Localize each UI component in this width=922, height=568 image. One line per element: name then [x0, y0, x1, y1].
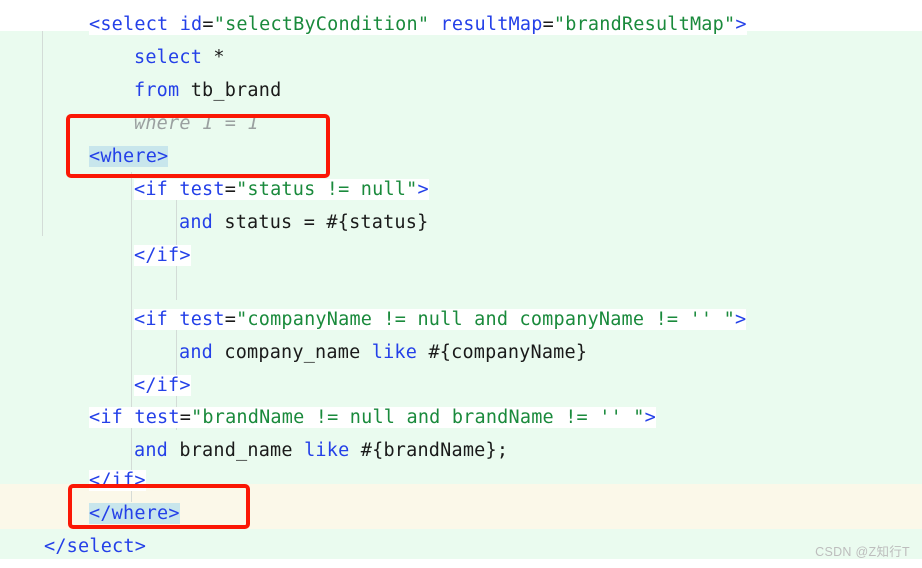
code-token-14-0: and	[134, 440, 169, 461]
code-token-11-3: #{companyName}	[417, 342, 588, 363]
code-line-13[interactable]: <if test="brandName != null and brandNam…	[89, 401, 656, 434]
code-token-1-2: =	[202, 14, 214, 35]
code-token-10-1: test	[179, 309, 225, 330]
code-token-11-1: company_name	[213, 342, 372, 363]
code-token-6-4: >	[417, 179, 429, 200]
code-token-6-1: test	[179, 179, 225, 200]
code-token-14-3: #{brandName};	[349, 440, 509, 461]
code-token-1-8: >	[735, 14, 747, 35]
code-token-16-0: </where>	[89, 503, 180, 524]
code-line-12[interactable]: </if>	[134, 369, 191, 402]
code-token-13-3: "brandName != null and brandName != '' "	[191, 407, 645, 428]
code-token-14-1: brand_name	[168, 440, 305, 461]
code-token-5-0: <where>	[89, 146, 169, 167]
code-line-3[interactable]: from tb_brand	[134, 74, 281, 107]
code-line-17[interactable]: </select>	[44, 530, 146, 563]
code-line-8[interactable]: </if>	[134, 239, 191, 272]
code-token-2-1: *	[202, 47, 225, 68]
code-token-2-0: select	[134, 47, 203, 68]
code-token-1-6: =	[542, 14, 554, 35]
code-line-16[interactable]: </where>	[89, 497, 180, 530]
code-line-14[interactable]: and brand_name like #{brandName};	[134, 434, 508, 467]
code-token-14-2: like	[304, 440, 350, 461]
code-token-10-2: =	[224, 309, 237, 330]
code-line-1[interactable]: <select id="selectByCondition" resultMap…	[89, 8, 747, 41]
code-line-15[interactable]: </if>	[89, 464, 146, 497]
code-token-7-1: status = #{status}	[213, 212, 429, 233]
code-token-1-4	[429, 14, 441, 35]
code-token-8-0: </if>	[134, 245, 191, 266]
code-token-11-0: and	[179, 342, 214, 363]
code-text-area[interactable]: <select id="selectByCondition" resultMap…	[0, 0, 922, 568]
code-token-6-3: "status != null"	[236, 179, 418, 200]
code-token-1-1: id	[179, 14, 203, 35]
code-token-1-7: "brandResultMap"	[553, 14, 736, 35]
code-token-6-2: =	[224, 179, 237, 200]
code-token-13-0: <if	[89, 407, 135, 428]
code-token-15-0: </if>	[89, 470, 146, 491]
code-line-6[interactable]: <if test="status != null">	[134, 173, 429, 206]
code-token-7-0: and	[179, 212, 214, 233]
watermark: CSDN @Z知行T	[815, 545, 910, 559]
code-token-1-0: <select	[89, 14, 180, 35]
code-line-10[interactable]: <if test="companyName != null and compan…	[134, 303, 747, 336]
code-line-7[interactable]: and status = #{status}	[179, 206, 428, 239]
code-token-10-3: "companyName != null and companyName != …	[236, 309, 735, 330]
code-token-1-3: "selectByCondition"	[213, 14, 430, 35]
code-token-11-2: like	[371, 342, 418, 363]
code-token-3-0: from	[134, 80, 180, 101]
code-line-4[interactable]: where 1 = 1	[134, 107, 259, 140]
code-token-13-4: >	[644, 407, 656, 428]
code-token-3-1: tb_brand	[179, 80, 282, 101]
code-token-12-0: </if>	[134, 375, 191, 396]
code-token-10-4: >	[734, 309, 747, 330]
code-editor[interactable]: <select id="selectByCondition" resultMap…	[0, 0, 922, 568]
code-token-13-2: =	[179, 407, 192, 428]
code-token-17-0: </select>	[44, 536, 147, 557]
code-line-5[interactable]: <where>	[89, 140, 169, 173]
code-token-10-0: <if	[134, 309, 180, 330]
code-token-4-0: where 1 = 1	[134, 113, 259, 134]
code-line-11[interactable]: and company_name like #{companyName}	[179, 336, 587, 369]
code-line-2[interactable]: select *	[134, 41, 225, 74]
code-token-13-1: test	[134, 407, 180, 428]
code-token-1-5: resultMap	[440, 14, 543, 35]
code-token-6-0: <if	[134, 179, 180, 200]
